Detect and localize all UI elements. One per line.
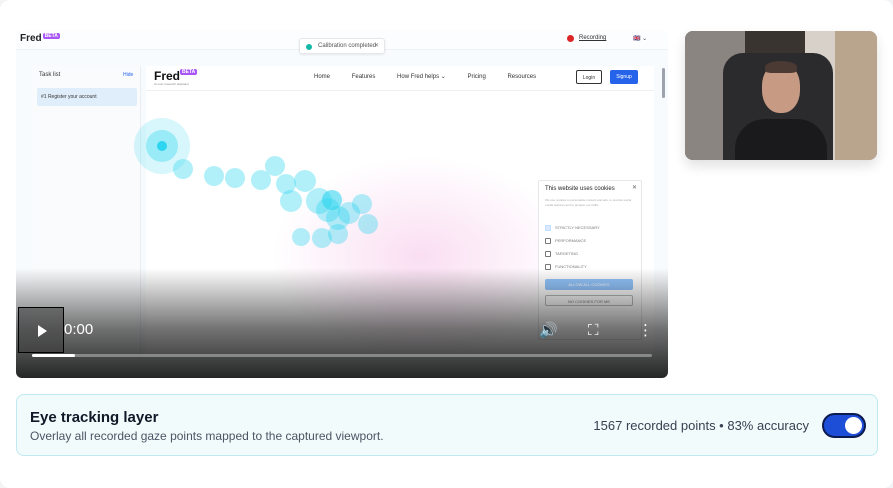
website-signup-button: Signup	[610, 70, 638, 84]
checkbox-icon	[545, 238, 551, 244]
task-list-title: Task list	[39, 72, 61, 78]
more-options-icon[interactable]: ⋮	[638, 321, 653, 339]
cookie-option: STRICTLY NECESSARY	[545, 225, 600, 231]
eye-tracking-toggle[interactable]	[822, 413, 866, 438]
gaze-point	[280, 190, 302, 212]
recorded-scrollbar	[662, 68, 665, 98]
session-card: Fred BETA Recording 🇬🇧 ⌄ Calibration comp…	[0, 0, 893, 488]
seek-bar[interactable]	[32, 354, 652, 357]
current-time: 0:00	[64, 321, 94, 338]
task-item: #1 Register your account	[37, 88, 137, 106]
nav-item-pricing: Pricing	[467, 74, 486, 80]
checkbox-icon	[545, 251, 551, 257]
checkbox-icon	[545, 225, 551, 231]
gaze-stats: 1567 recorded points • 83% accuracy	[593, 418, 809, 433]
recording-indicator: Recording	[567, 35, 606, 42]
recorded-app-logo: Fred BETA	[20, 33, 60, 44]
nav-item-how-fred-helps: How Fred helps ⌄	[397, 74, 446, 80]
play-button[interactable]	[18, 307, 64, 353]
volume-icon[interactable]: 🔊	[539, 321, 558, 339]
seek-bar-played	[32, 354, 76, 357]
eye-tracking-panel: Eye tracking layer Overlay all recorded …	[16, 394, 878, 456]
webcam-recording[interactable]	[685, 31, 877, 160]
panel-subtitle: Overlay all recorded gaze points mapped …	[30, 429, 384, 443]
gaze-point	[322, 190, 342, 210]
gaze-point	[358, 214, 378, 234]
toggle-knob	[845, 417, 862, 434]
gaze-point	[292, 228, 310, 246]
website-tagline: AI user research assistant	[154, 82, 189, 86]
fullscreen-icon[interactable]: ⛶	[588, 321, 599, 339]
close-icon: ✕	[373, 43, 379, 49]
website-login-button: Login	[576, 70, 602, 84]
nav-item-resources: Resources	[507, 74, 537, 80]
gaze-point	[225, 168, 245, 188]
panel-title: Eye tracking layer	[30, 409, 159, 426]
language-selector: 🇬🇧 ⌄	[633, 36, 648, 42]
recording-dot-icon	[567, 35, 574, 42]
webcam-background	[835, 31, 877, 160]
header-divider	[146, 90, 654, 91]
cookie-description: We use cookies to personalise content an…	[545, 198, 632, 207]
nav-item-features: Features	[351, 74, 376, 80]
webcam-person-body	[735, 119, 827, 160]
cookie-option: TARGETING	[545, 251, 578, 257]
webcam-person-hair	[765, 61, 797, 73]
gaze-point	[352, 194, 372, 214]
nav-item-home: Home	[314, 74, 331, 80]
close-icon: ✕	[631, 185, 637, 191]
gaze-point	[312, 228, 332, 248]
check-icon	[306, 44, 312, 50]
website-nav: Home Features How Fred helps ⌄ Pricing R…	[314, 73, 556, 80]
controls-gradient	[16, 268, 668, 378]
cookie-option: PERFORMANCE	[545, 238, 586, 244]
website-logo: Fred BETA	[154, 69, 198, 83]
gaze-point	[265, 156, 285, 176]
cookie-title: This website uses cookies	[545, 186, 615, 192]
gaze-point	[157, 141, 167, 151]
calibration-toast: Calibration completed ✕	[299, 38, 385, 54]
gaze-point	[204, 166, 224, 186]
gaze-point	[173, 159, 193, 179]
session-video-player[interactable]: Fred BETA Recording 🇬🇧 ⌄ Calibration comp…	[16, 30, 668, 378]
hide-link: Hide	[123, 72, 134, 78]
